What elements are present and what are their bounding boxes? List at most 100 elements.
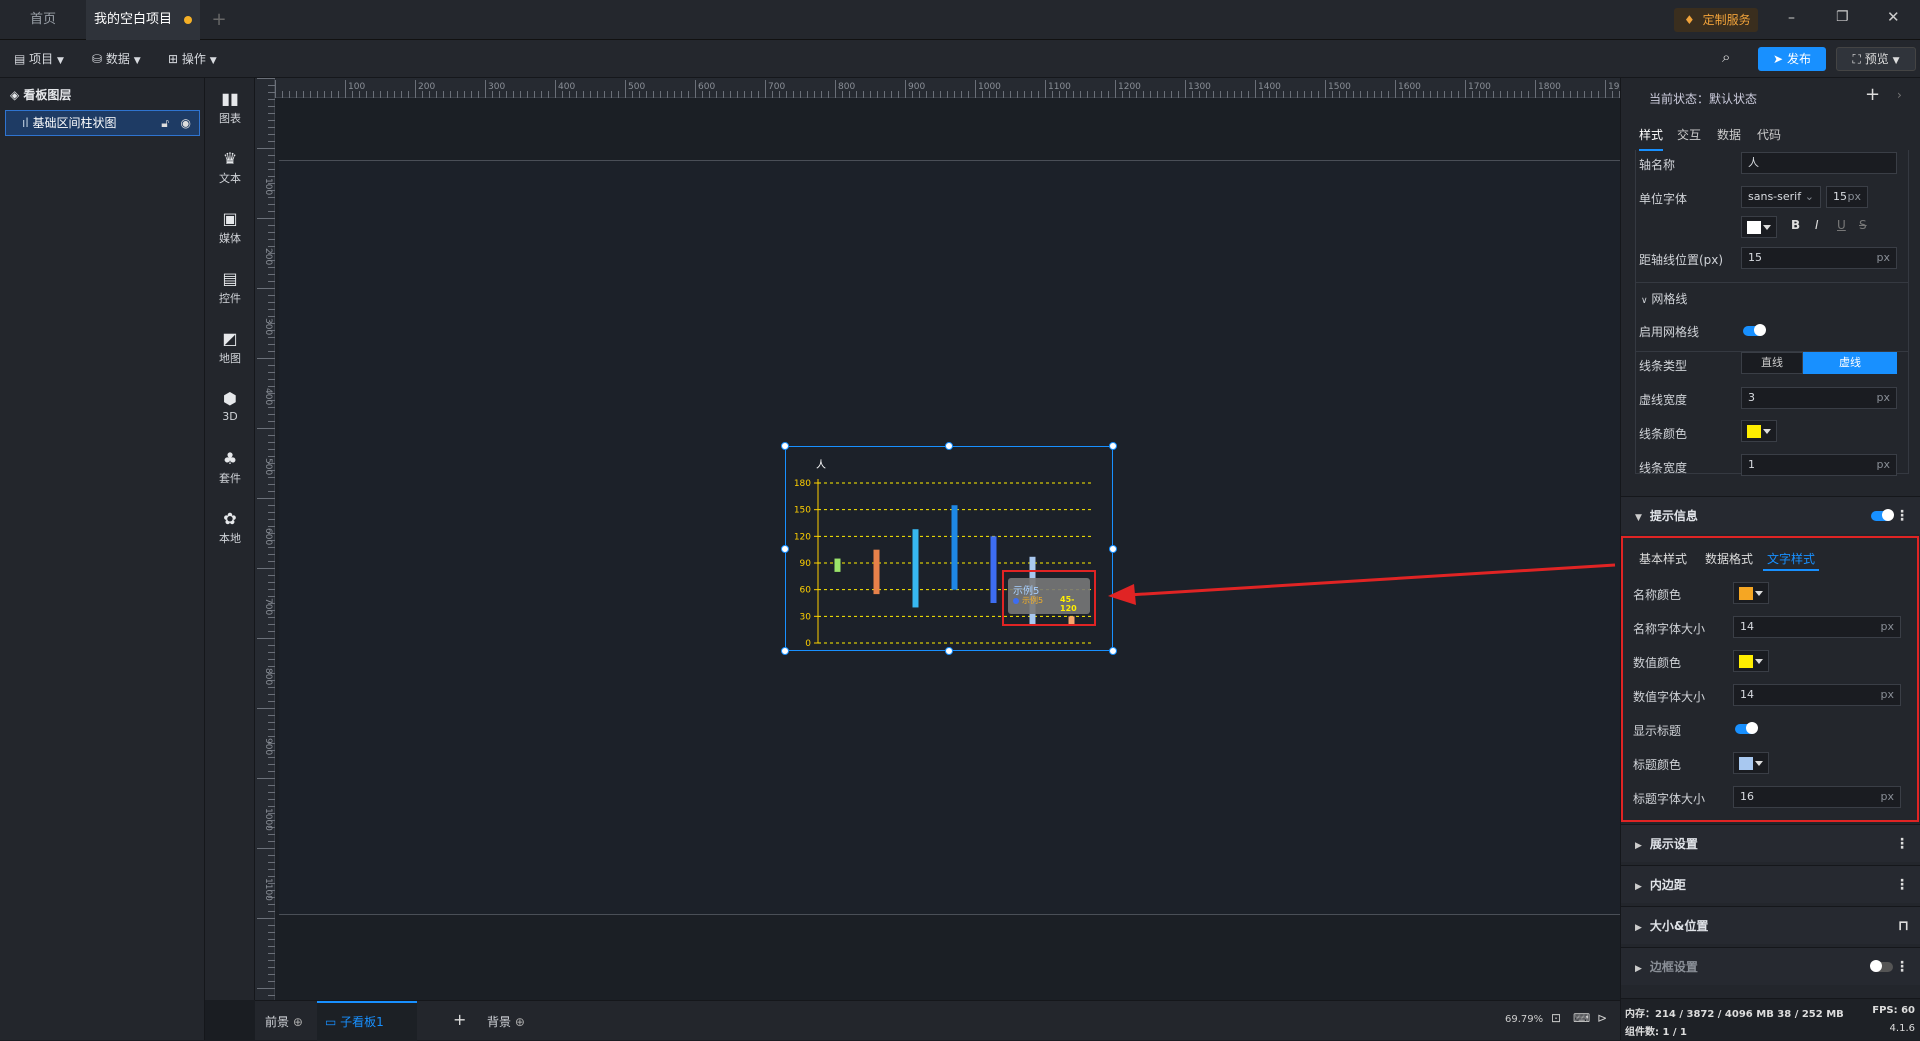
ruler-label: 1000 — [263, 808, 273, 831]
resize-handle-sw[interactable] — [781, 647, 789, 655]
zoom-level[interactable]: 69.79% — [1505, 1014, 1543, 1025]
font-size-value: 15 — [1833, 190, 1847, 203]
size-position-section[interactable]: ▶ 大小&位置 ⊓ — [1621, 906, 1920, 944]
more-icon[interactable]: ⋮ — [1895, 825, 1909, 863]
font-family-select[interactable]: sans-serif ⌄ — [1741, 186, 1821, 208]
border-settings-section[interactable]: ▶ 边框设置 ⋮ — [1621, 947, 1920, 985]
axis-name-input[interactable]: 人 — [1741, 152, 1897, 174]
ruler-label: 100 — [263, 178, 273, 195]
title-color-picker[interactable] — [1733, 752, 1769, 774]
text-component-button[interactable]: ♛ 文本 — [205, 144, 255, 194]
keyboard-icon[interactable]: ⌨ — [1573, 1011, 1590, 1025]
add-tab-icon[interactable]: + — [204, 0, 234, 40]
resize-handle-s[interactable] — [945, 647, 953, 655]
line-color-picker[interactable] — [1741, 420, 1777, 442]
layer-item[interactable]: ıl 基础区间柱状图 🔓︎ ◉ — [5, 110, 200, 136]
grid-section-header[interactable]: ∨ 网格线 — [1641, 290, 1687, 307]
resize-handle-e[interactable] — [1109, 545, 1117, 553]
line-color-label: 线条颜色 — [1639, 427, 1688, 441]
add-circle-icon[interactable]: ⊕ — [515, 1015, 525, 1029]
resize-handle-nw[interactable] — [781, 442, 789, 450]
3d-component-button[interactable]: ⬢ 3D — [205, 384, 255, 434]
more-icon[interactable]: ⋮ — [1895, 866, 1909, 904]
subboard-tab[interactable]: ▭ 子看板1 — [317, 1001, 417, 1041]
local-component-button[interactable]: ✿ 本地 — [205, 504, 255, 554]
line-type-dashed-button[interactable]: 虚线 — [1803, 352, 1897, 374]
lock-icon[interactable]: ⊓ — [1898, 907, 1909, 945]
axis-distance-input[interactable]: 15 px — [1741, 247, 1897, 269]
send-icon: ➤ — [1773, 52, 1784, 66]
control-component-button[interactable]: ▤ 控件 — [205, 264, 255, 314]
map-component-button[interactable]: ◩ 地图 — [205, 324, 255, 374]
unlock-icon[interactable]: 🔓︎ — [161, 111, 169, 135]
eye-icon[interactable]: ◉ — [181, 111, 191, 135]
tab-project[interactable]: 我的空白项目 — [86, 0, 200, 40]
more-icon[interactable]: ⋮ — [1895, 948, 1909, 986]
title-font-size-input[interactable]: 16 px — [1733, 786, 1901, 808]
layers-header: ◈ 看板图层 — [10, 86, 71, 103]
more-icon[interactable]: ⋮ — [1895, 497, 1909, 535]
minimize-icon[interactable]: – — [1788, 10, 1795, 26]
font-size-input[interactable]: 15 px — [1826, 186, 1868, 208]
background-tab[interactable]: 背景 ⊕ — [487, 1013, 525, 1030]
terminal-icon[interactable]: ⊳ — [1597, 1011, 1607, 1025]
chevron-down-icon: ⌄ — [1804, 190, 1814, 203]
value-font-size-input[interactable]: 14 px — [1733, 684, 1901, 706]
name-font-size-input[interactable]: 14 px — [1733, 616, 1901, 638]
display-settings-section[interactable]: ▶ 展示设置 ⋮ — [1621, 824, 1920, 862]
tab-interaction[interactable]: 交互 — [1677, 126, 1701, 143]
operate-menu[interactable]: ⊞ 操作 ▼ — [168, 48, 217, 70]
line-width-input[interactable]: 1 px — [1741, 454, 1897, 476]
restore-icon[interactable]: ❐ — [1836, 9, 1849, 25]
resize-handle-se[interactable] — [1109, 647, 1117, 655]
add-circle-icon[interactable]: ⊕ — [293, 1015, 303, 1029]
tab-home[interactable]: 首页 — [0, 0, 86, 40]
publish-button[interactable]: ➤ 发布 — [1758, 47, 1826, 71]
unit-font-color-picker[interactable] — [1741, 216, 1777, 238]
tooltip-tab-data-format[interactable]: 数据格式 — [1705, 550, 1753, 567]
tab-data[interactable]: 数据 — [1717, 126, 1741, 143]
resize-handle-n[interactable] — [945, 442, 953, 450]
subboard-label: 子看板1 — [340, 1015, 384, 1029]
preview-button[interactable]: ⛶ 预览 ▼ — [1836, 47, 1916, 71]
range-bar — [873, 549, 880, 595]
y-tick-label: 30 — [800, 612, 812, 622]
padding-section[interactable]: ▶ 内边距 ⋮ — [1621, 865, 1920, 903]
custom-service-button[interactable]: ♦ 定制服务 — [1674, 8, 1758, 32]
enable-grid-toggle[interactable] — [1743, 324, 1766, 336]
caret-down-icon — [1763, 429, 1771, 434]
data-menu[interactable]: ⛁ 数据 ▼ — [92, 48, 141, 70]
ruler-label: 1200 — [1118, 82, 1141, 92]
chart-component-button[interactable]: ▮▮ 图表 — [205, 84, 255, 134]
tooltip-section-header[interactable]: ▼ 提示信息 ⋮ — [1621, 496, 1920, 534]
add-state-icon[interactable]: + — [1865, 84, 1880, 105]
search-icon[interactable]: ⌕ — [1722, 48, 1730, 66]
tooltip-tab-basic[interactable]: 基本样式 — [1639, 550, 1687, 567]
dash-width-input[interactable]: 3 px — [1741, 387, 1897, 409]
kit-component-button[interactable]: ♣ 套件 — [205, 444, 255, 494]
value-color-picker[interactable] — [1733, 650, 1769, 672]
project-menu[interactable]: ▤ 项目 ▼ — [14, 48, 64, 70]
tab-style[interactable]: 样式 — [1639, 126, 1664, 151]
fit-screen-icon[interactable]: ⊡ — [1551, 1011, 1561, 1025]
tab-code[interactable]: 代码 — [1757, 126, 1781, 143]
italic-icon[interactable]: I — [1815, 218, 1819, 232]
underline-icon[interactable]: U — [1837, 218, 1846, 232]
grid-settings-box — [1635, 282, 1909, 474]
resize-handle-w[interactable] — [781, 545, 789, 553]
close-icon[interactable]: ✕ — [1887, 8, 1900, 26]
bold-icon[interactable]: B — [1791, 218, 1800, 232]
show-title-toggle[interactable] — [1735, 722, 1758, 734]
resize-handle-ne[interactable] — [1109, 442, 1117, 450]
tooltip-toggle[interactable] — [1871, 509, 1894, 521]
name-color-picker[interactable] — [1733, 582, 1769, 604]
tooltip-tab-text-style[interactable]: 文字样式 — [1763, 550, 1820, 571]
border-toggle[interactable] — [1870, 960, 1893, 972]
strikethrough-icon[interactable]: S — [1859, 218, 1867, 232]
foreground-tab[interactable]: 前景 ⊕ — [265, 1013, 303, 1030]
media-component-button[interactable]: ▣ 媒体 — [205, 204, 255, 254]
memory-status: 内存：214 / 3872 / 4096 MB 38 / 252 MB — [1625, 1009, 1844, 1020]
line-type-solid-button[interactable]: 直线 — [1741, 352, 1803, 374]
add-board-icon[interactable]: + — [453, 1010, 466, 1029]
chevron-right-icon[interactable]: › — [1897, 88, 1902, 102]
